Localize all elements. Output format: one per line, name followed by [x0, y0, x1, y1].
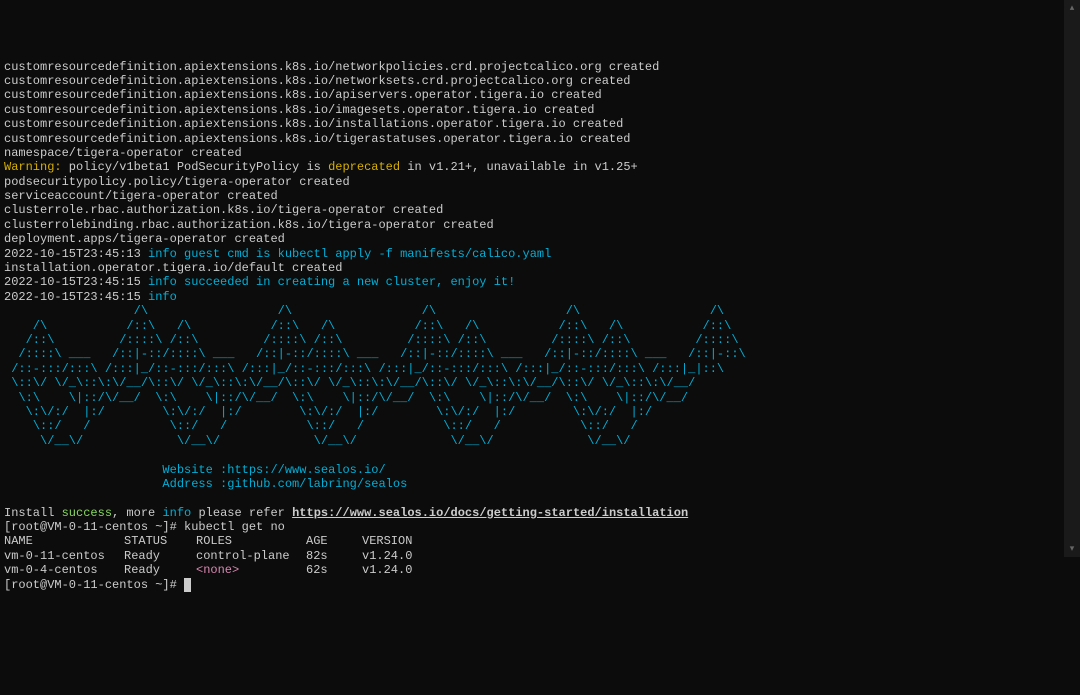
output-line: installation.operator.tigera.io/default … — [4, 261, 342, 275]
cell-version: v1.24.0 — [362, 549, 412, 563]
shell-prompt: [root@VM-0-11-centos ~]# — [4, 578, 184, 592]
info-label: info — [148, 290, 177, 304]
ascii-art-line: \::\/ \/_\::\:\/__/\::\/ \/_\::\:\/__/\:… — [4, 376, 695, 390]
website-label: Website : — [4, 463, 227, 477]
col-age: AGE — [306, 534, 362, 548]
deprecated-label: deprecated — [328, 160, 400, 174]
warning-tail: in v1.21+, unavailable in v1.25+ — [400, 160, 638, 174]
ascii-art-line: \::/ / \::/ / \::/ / \::/ / \::/ / — [4, 419, 638, 433]
output-line: deployment.apps/tigera-operator created — [4, 232, 285, 246]
cell-roles: <none> — [196, 563, 306, 577]
cell-name: vm-0-11-centos — [4, 549, 124, 563]
table-row: vm-0-11-centosReadycontrol-plane82sv1.24… — [4, 549, 412, 563]
ascii-art-line: \:\/:/ |:/ \:\/:/ |:/ \:\/:/ |:/ \:\/:/ … — [4, 405, 652, 419]
output-line: customresourcedefinition.apiextensions.k… — [4, 117, 623, 131]
output-line: clusterrolebinding.rbac.authorization.k8… — [4, 218, 494, 232]
ascii-art-line: /\ /::\ /\ /::\ /\ /::\ /\ /::\ /\ /::\ — [4, 319, 731, 333]
install-link: https://www.sealos.io/docs/getting-start… — [292, 506, 688, 520]
command-input[interactable]: kubectl get no — [184, 520, 285, 534]
output-line: serviceaccount/tigera-operator created — [4, 189, 278, 203]
cell-name: vm-0-4-centos — [4, 563, 124, 577]
ascii-art-line: /::\ /::::\ /::\ /::::\ /::\ /::::\ /::\… — [4, 333, 739, 347]
install-success: success — [62, 506, 112, 520]
shell-prompt: [root@VM-0-11-centos ~]# — [4, 520, 184, 534]
cell-version: v1.24.0 — [362, 563, 412, 577]
ascii-art-line: /::-:::/:::\ /:::|_/::-:::/:::\ /:::|_/:… — [4, 362, 724, 376]
output-line: customresourcedefinition.apiextensions.k… — [4, 103, 595, 117]
cell-status: Ready — [124, 549, 196, 563]
output-line: customresourcedefinition.apiextensions.k… — [4, 60, 659, 74]
warning-text: policy/v1beta1 PodSecurityPolicy is — [62, 160, 328, 174]
info-cmd: info guest cmd is kubectl apply -f manif… — [148, 247, 551, 261]
vertical-scrollbar[interactable]: ▴ ▾ — [1064, 0, 1080, 557]
output-line: customresourcedefinition.apiextensions.k… — [4, 88, 602, 102]
output-line: namespace/tigera-operator created — [4, 146, 242, 160]
cell-age: 82s — [306, 549, 362, 563]
table-header: NAMESTATUSROLESAGEVERSION — [4, 534, 412, 548]
col-status: STATUS — [124, 534, 196, 548]
col-roles: ROLES — [196, 534, 306, 548]
install-text: Install — [4, 506, 62, 520]
cell-age: 62s — [306, 563, 362, 577]
timestamp: 2022-10-15T23:45:13 — [4, 247, 148, 261]
output-line: podsecuritypolicy.policy/tigera-operator… — [4, 175, 350, 189]
timestamp: 2022-10-15T23:45:15 — [4, 275, 148, 289]
output-line: customresourcedefinition.apiextensions.k… — [4, 132, 631, 146]
kubectl-table: NAMESTATUSROLESAGEVERSIONvm-0-11-centosR… — [4, 534, 412, 577]
table-row: vm-0-4-centosReady<none>62sv1.24.0 — [4, 563, 412, 577]
website-url: https://www.sealos.io/ — [227, 463, 385, 477]
install-text: please refer — [191, 506, 292, 520]
address-url: github.com/labring/sealos — [227, 477, 407, 491]
cursor[interactable] — [184, 578, 191, 592]
install-text: , more — [112, 506, 162, 520]
scroll-down-arrow-icon[interactable]: ▾ — [1064, 541, 1080, 557]
col-version: VERSION — [362, 534, 412, 548]
cell-roles: control-plane — [196, 549, 306, 563]
address-label: Address : — [4, 477, 227, 491]
ascii-art-line: \:\ \|::/\/__/ \:\ \|::/\/__/ \:\ \|::/\… — [4, 391, 688, 405]
install-info: info — [162, 506, 191, 520]
output-line: clusterrole.rbac.authorization.k8s.io/ti… — [4, 203, 443, 217]
col-name: NAME — [4, 534, 124, 548]
timestamp: 2022-10-15T23:45:15 — [4, 290, 148, 304]
ascii-art-line: /\ /\ /\ /\ /\ — [4, 304, 724, 318]
output-line: customresourcedefinition.apiextensions.k… — [4, 74, 631, 88]
info-success: info succeeded in creating a new cluster… — [148, 275, 515, 289]
warning-label: Warning: — [4, 160, 62, 174]
ascii-art-line: /::::\ ___ /::|-::/::::\ ___ /::|-::/:::… — [4, 347, 746, 361]
scroll-up-arrow-icon[interactable]: ▴ — [1064, 0, 1080, 16]
ascii-art-line: \/__\/ \/__\/ \/__\/ \/__\/ \/__\/ — [4, 434, 631, 448]
terminal-output[interactable]: customresourcedefinition.apiextensions.k… — [0, 58, 1080, 594]
cell-status: Ready — [124, 563, 196, 577]
